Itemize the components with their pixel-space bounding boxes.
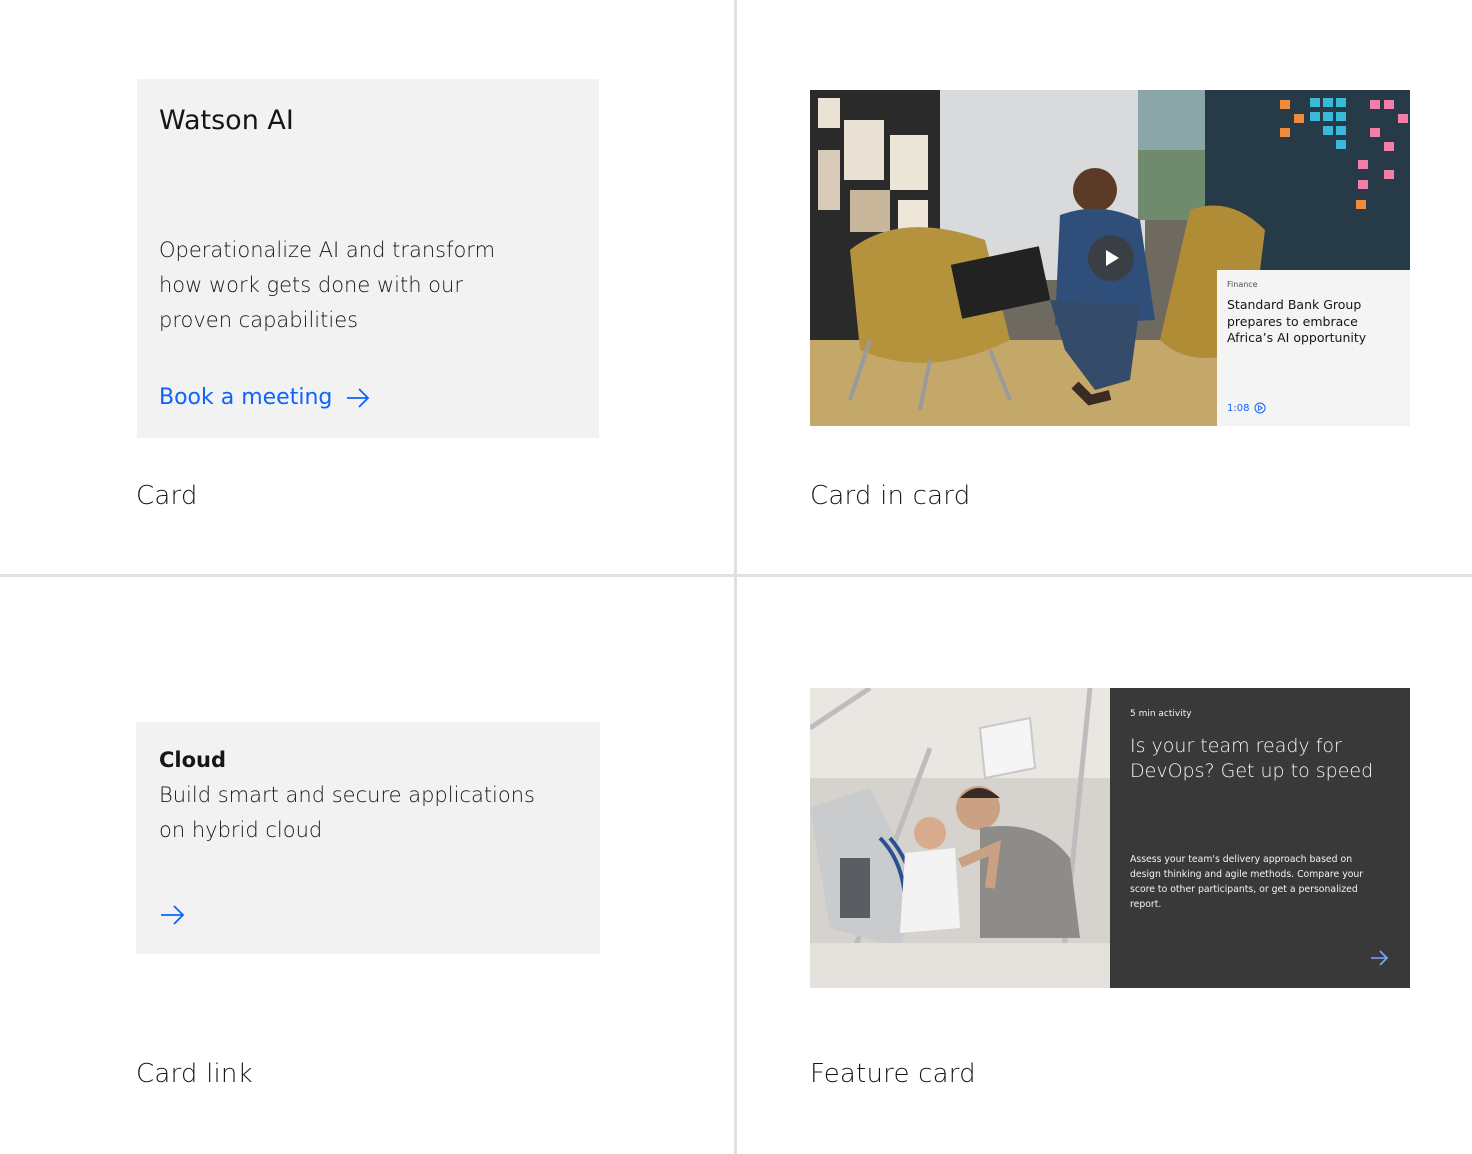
feature-copy: Assess your team's delivery approach bas… [1130,854,1364,910]
book-meeting-link[interactable]: Book a meeting [159,385,370,410]
card-copy: Operationalize AI and transform how work… [159,238,496,332]
horizontal-divider [0,574,1472,577]
play-video-button[interactable] [1088,235,1134,281]
card-heading: Watson AI [159,105,294,136]
arrow-right-icon [347,387,370,408]
watson-card: Watson AI Operationalize AI and transfor… [137,79,599,438]
arrow-right-icon [161,905,185,925]
video-duration: 1:08 [1227,402,1266,414]
feature-card-panel: 5 min activity Is your team ready for De… [1110,688,1410,988]
card-caption: Card [136,481,198,511]
card-link-copy: Build smart and secure applications on h… [159,783,535,842]
inner-card[interactable]: Finance Standard Bank Group prepares to … [1217,270,1410,426]
engineers-photo [810,688,1110,988]
duration-label: 1:08 [1227,402,1250,414]
cloud-card-link[interactable]: Cloud Build smart and secure application… [136,722,600,954]
card-link-caption: Card link [136,1059,253,1089]
feature-eyebrow: 5 min activity [1130,709,1192,719]
inner-card-eyebrow: Finance [1227,280,1258,289]
book-meeting-label: Book a meeting [159,385,333,410]
feature-card-caption: Feature card [810,1059,976,1089]
play-icon [1106,250,1119,266]
card-in-card[interactable]: Finance Standard Bank Group prepares to … [810,90,1410,426]
feature-card[interactable]: 5 min activity Is your team ready for De… [810,688,1410,988]
play-circle-icon [1254,402,1266,414]
arrow-right-icon [1371,950,1389,966]
card-in-card-caption: Card in card [810,481,971,511]
card-link-heading: Cloud [159,748,227,772]
feature-title: Is your team ready for DevOps? Get up to… [1130,735,1374,782]
vertical-divider [734,0,737,1154]
card-showcase-page: Watson AI Operationalize AI and transfor… [0,0,1472,1154]
inner-card-title: Standard Bank Group prepares to embrace … [1227,297,1367,345]
